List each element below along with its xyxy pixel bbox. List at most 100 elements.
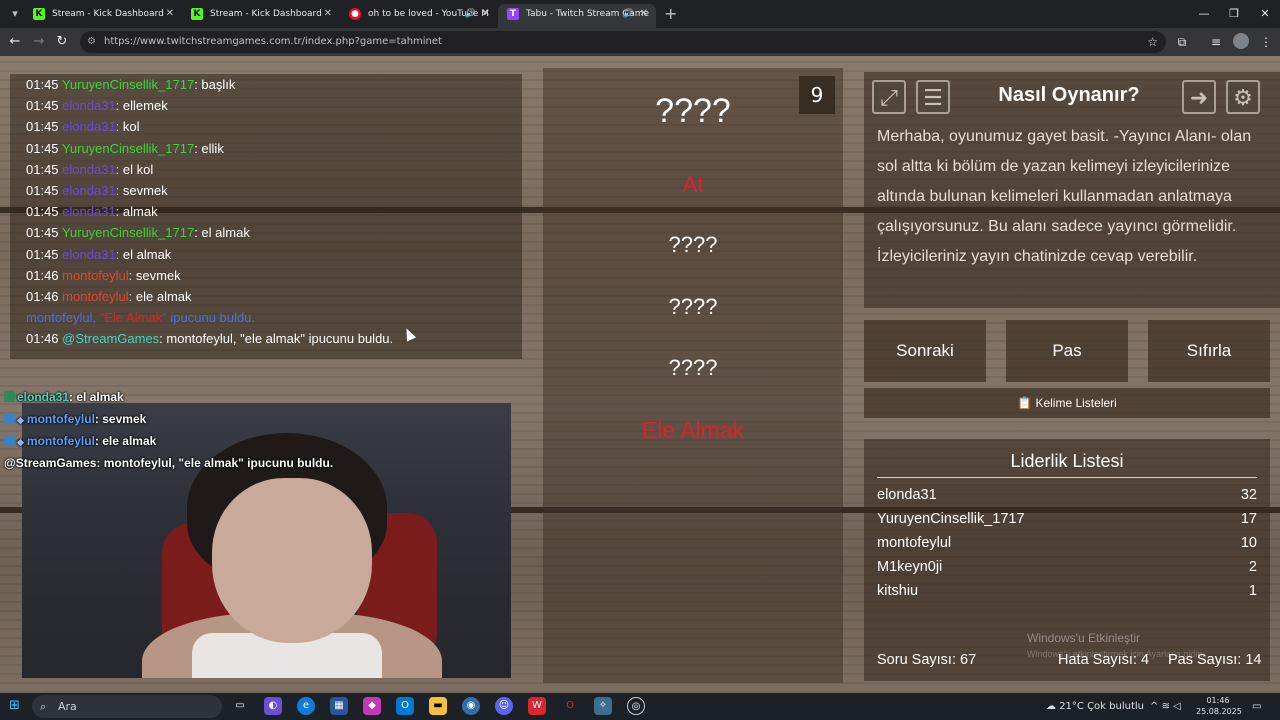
fullscreen-icon[interactable]: ⤢ [872,80,906,114]
wifi-icon[interactable]: ≋ [1162,701,1170,712]
overlay-user: @StreamGames [4,456,97,470]
volume-icon[interactable]: ◁ [1173,701,1181,712]
system-word: "Ele Almak" [99,310,167,326]
chat-user: elonda31 [62,204,116,220]
extensions-icon[interactable]: ⧉ [1173,33,1191,51]
menu-icon[interactable]: ⋮ [1257,33,1275,51]
rules-title: Nasıl Oynanır? [998,84,1140,106]
tab-search-icon[interactable]: ▾ [6,5,24,23]
player-score: 10 [1240,535,1257,551]
bookmark-star-icon[interactable]: ☆ [1147,31,1158,53]
new-tab-icon[interactable]: + [664,4,677,24]
task-view-icon[interactable]: ▭ [231,697,249,715]
discord-icon[interactable]: ☺ [495,697,513,715]
chat-time: 01:46 [26,331,59,347]
tray-icons[interactable]: ^ ≋ ◁ [1150,693,1181,720]
chevron-up-icon[interactable]: ^ [1150,701,1158,712]
restore-icon[interactable]: ❐ [1219,4,1249,24]
close-icon[interactable]: ✕ [482,4,490,24]
tab-kick-2[interactable]: K Stream - Kick Dashboard ✕ [182,4,340,28]
minimize-icon[interactable]: — [1189,4,1219,24]
overlay-msg: : ele almak [94,434,157,448]
site-info-icon[interactable]: ⚙ [87,31,96,53]
youtube-music-icon: ● [349,8,361,20]
reset-button[interactable]: Sıfırla [1148,320,1270,382]
speaker-icon[interactable]: 🔊 [623,4,634,24]
chat-line: 01:45 elonda31: sevmek [26,180,506,201]
chat-line: 01:46 montofeylul: sevmek [26,265,506,286]
overlay-chat-line: ◆ montofeylul: ele almak [0,430,520,452]
overlay-user: montofeylul [26,412,95,426]
leaderboard-row: YuruyenCinsellik_1717 17 [877,511,1257,535]
chrome-icon[interactable]: ◉ [462,697,480,715]
obs-icon[interactable]: ◎ [627,697,645,715]
address-bar[interactable]: ⚙ https://www.twitchstreamgames.com.tr/i… [80,31,1166,53]
chat-msg: : el kol [115,161,154,177]
cloud-icon: ☁ [1046,701,1056,712]
chat-msg: : sevmek [115,182,168,198]
chat-user: montofeylul [62,267,129,283]
tab-kick-1[interactable]: K Stream - Kick Dashboard ✕ [24,4,182,28]
overlay-chat: elonda31: el almak ◆ montofeylul: sevmek … [0,386,520,474]
close-window-icon[interactable]: ✕ [1250,4,1280,24]
media-control-icon[interactable]: ≡ [1207,33,1225,51]
close-icon[interactable]: ✕ [166,4,174,24]
player-score: 1 [1248,583,1257,599]
app-icon[interactable]: W [528,697,546,715]
tab-tabu-game[interactable]: T Tabu - Twitch Stream Game 🔊 ✕ [498,4,656,28]
gear-icon[interactable]: ⚙ [1226,80,1260,114]
outlook-icon[interactable]: O [396,697,414,715]
chat-user: elonda31 [62,182,116,198]
next-button[interactable]: Sonraki [864,320,986,382]
copilot-icon[interactable]: ◐ [264,697,282,715]
office-icon[interactable]: ◆ [363,697,381,715]
windows-start-icon[interactable]: ⊞ [9,699,23,713]
chat-time: 01:45 [26,225,59,241]
logout-icon[interactable]: ➜ [1182,80,1216,114]
speaker-icon[interactable]: 🔊 [465,4,476,24]
leaderboard-title: Liderlik Listesi [1010,451,1124,471]
profile-avatar[interactable] [1233,33,1249,49]
forward-icon[interactable]: → [30,33,48,51]
close-icon[interactable]: ✕ [324,4,332,24]
chat-time: 01:45 [26,77,59,92]
pass-button[interactable]: Pas [1006,320,1128,382]
edge-icon[interactable]: e [297,697,315,715]
taskbar-clock[interactable]: 01:46 25.08.2025 [1196,695,1242,717]
chat-user: YuruyenCinsellik_1717 [61,140,195,156]
overlay-user: elonda31 [17,390,70,404]
chat-time: 01:45 [26,204,59,220]
leaderboard-row: M1keyn0ji 2 [877,559,1257,583]
network-app-icon[interactable]: ✧ [594,697,612,715]
reload-icon[interactable]: ↻ [53,33,71,51]
chat-time: 01:45 [26,161,59,177]
system-message: montofeylul, "Ele Almak" ipucunu buldu. [26,307,506,328]
word-lists-label: Kelime Listeleri [1035,396,1117,410]
badge-icon [4,413,15,424]
rules-panel: ⤢ ☰ Nasıl Oynanır? ➜ ⚙ Merhaba, oyunumuz… [864,72,1280,308]
chat-msg: : kol [115,119,140,135]
overlay-msg: : montofeylul, "ele almak" ipucunu buldu… [96,456,334,470]
store-icon[interactable]: ▦ [330,697,348,715]
back-icon[interactable]: ← [6,33,24,51]
activation-watermark: Windows'u Etkinleştir [1027,631,1140,645]
word-lists-button[interactable]: 📋 Kelime Listeleri [864,388,1270,418]
file-explorer-icon[interactable]: ▬ [429,697,447,715]
main-word: ???? [655,92,731,130]
overlay-chat-line: elonda31: el almak [0,386,520,408]
weather-widget[interactable]: ☁ 21°C Çok bulutlu [1046,693,1144,720]
player-name: M1keyn0ji [877,559,943,575]
system-user: montofeylul, [26,310,97,326]
chat-user: @StreamGames [62,331,160,347]
search-placeholder: Ara [58,700,77,713]
notification-icon[interactable]: ▭ [1252,693,1261,720]
opera-icon[interactable]: O [561,697,579,715]
chat-line: 01:45 elonda31: el kol [26,159,506,180]
weather-text: 21°C Çok bulutlu [1059,701,1144,712]
tab-youtube-music[interactable]: ● oh to be loved - YouTube M 🔊 ✕ [340,4,498,28]
taskbar-search[interactable]: ⌕ Ara [32,695,222,718]
clock-date: 25.08.2025 [1196,707,1242,716]
chat-line: 01:45 YuruyenCinsellik_1717: başlık [26,74,506,95]
close-icon[interactable]: ✕ [640,4,648,24]
notes-icon[interactable]: ☰ [916,80,950,114]
